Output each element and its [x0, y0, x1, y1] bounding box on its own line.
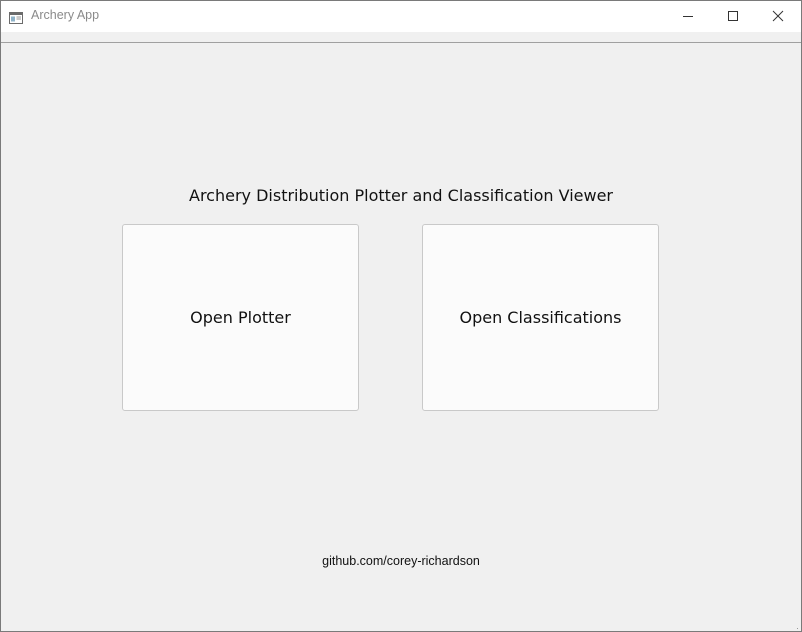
- maximize-button[interactable]: [710, 1, 756, 32]
- open-classifications-button[interactable]: Open Classifications: [422, 224, 659, 411]
- window-title: Archery App: [31, 8, 100, 22]
- title-bar[interactable]: Archery App: [1, 1, 801, 32]
- menu-bar: [1, 32, 801, 43]
- maximize-icon: [727, 7, 739, 26]
- github-link[interactable]: github.com/corey-richardson: [1, 554, 801, 568]
- app-window: Archery App Archery Distribution Plotter…: [0, 0, 802, 632]
- open-plotter-button[interactable]: Open Plotter: [122, 224, 359, 411]
- close-button[interactable]: [755, 1, 801, 32]
- minimize-button[interactable]: [665, 1, 711, 32]
- open-classifications-label: Open Classifications: [459, 308, 622, 327]
- open-plotter-label: Open Plotter: [190, 308, 291, 327]
- close-icon: [772, 7, 784, 26]
- page-heading: Archery Distribution Plotter and Classif…: [189, 186, 613, 205]
- app-window-icon: [9, 9, 23, 24]
- resize-grip-icon[interactable]: [791, 621, 799, 629]
- minimize-icon: [682, 7, 694, 26]
